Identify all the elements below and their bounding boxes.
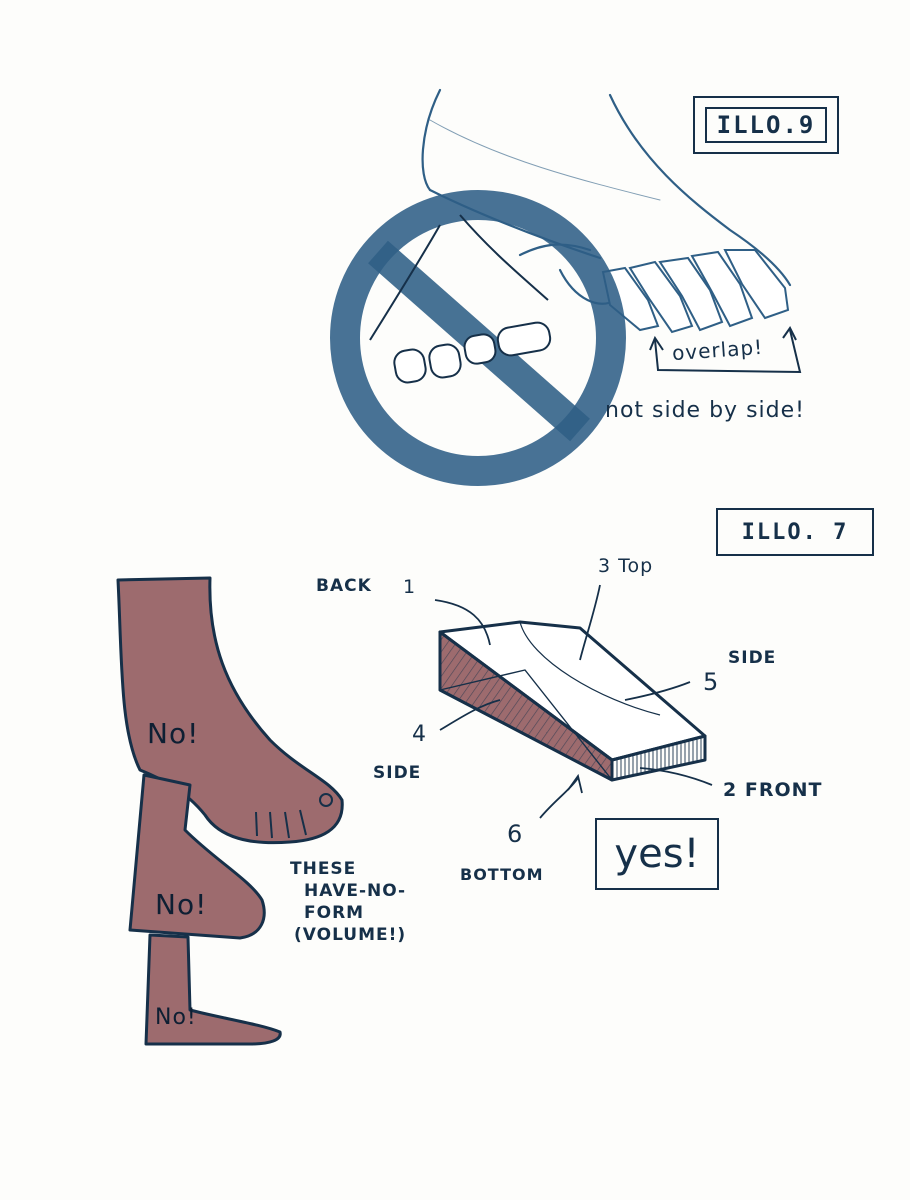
label-side-left: SIDE xyxy=(373,763,422,783)
caption-line-4: (VOLUME!) xyxy=(294,925,407,945)
no-label-3: No! xyxy=(155,1005,197,1030)
label-side-right-number: 5 xyxy=(703,668,720,696)
label-back: BACK xyxy=(316,576,372,596)
illo7-label: ILLO. 7 xyxy=(741,519,849,545)
illo9-toes xyxy=(601,249,790,334)
not-side-by-side-text: not side by side! xyxy=(605,398,805,423)
illo7-label-box: ILLO. 7 xyxy=(716,508,874,556)
no-form-caption: THESE HAVE-NO- FORM (VOLUME!) xyxy=(290,858,440,946)
caption-line-2: HAVE-NO- xyxy=(304,881,407,901)
yes-box: yes! xyxy=(595,818,719,890)
label-front: 2 FRONT xyxy=(723,779,823,801)
wedge-block xyxy=(438,620,707,782)
no-label-1: No! xyxy=(147,717,200,750)
label-bottom: BOTTOM xyxy=(460,865,544,884)
label-back-number: 1 xyxy=(403,576,417,598)
illo9-label: ILLO.9 xyxy=(704,107,828,143)
caption-line-1: THESE xyxy=(290,859,357,879)
label-side-left-number: 4 xyxy=(412,722,427,747)
no-label-2: No! xyxy=(155,888,208,921)
label-side-right: SIDE xyxy=(728,648,777,668)
caption-line-3: FORM xyxy=(304,903,365,923)
label-top: 3 Top xyxy=(598,555,654,577)
sketch-drawing xyxy=(116,88,802,1046)
yes-text: yes! xyxy=(614,831,700,877)
illo9-label-box: ILLO.9 xyxy=(693,96,839,154)
sketch-page: ILLO.9 overlap! not side by side! ILLO. … xyxy=(0,0,910,1200)
label-bottom-number: 6 xyxy=(507,820,524,848)
